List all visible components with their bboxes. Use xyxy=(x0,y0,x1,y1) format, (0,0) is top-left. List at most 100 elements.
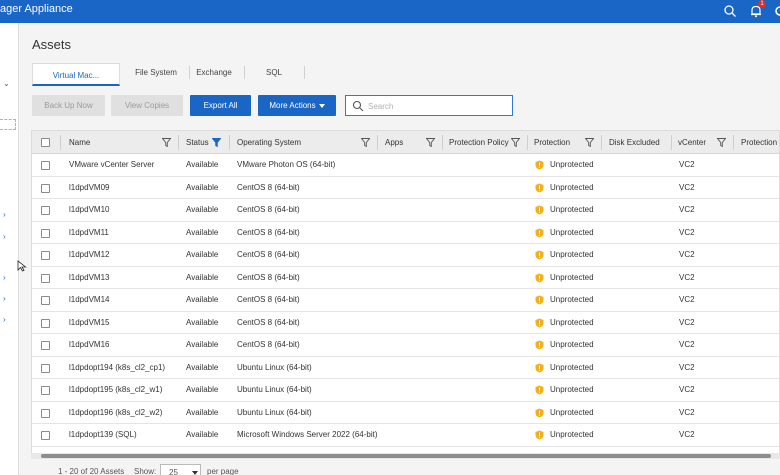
column-header-name[interactable]: Name xyxy=(69,131,90,154)
row-checkbox[interactable] xyxy=(41,296,50,305)
asset-os: CentOS 8 (64-bit) xyxy=(237,182,300,192)
column-header-protection-method[interactable]: Protection M xyxy=(741,131,779,154)
table-row[interactable]: l1dpdVM12 Available CentOS 8 (64-bit) Unpro… xyxy=(32,244,779,267)
column-header-vcenter[interactable]: vCenter xyxy=(678,131,706,154)
asset-name[interactable]: l1dpdVM12 xyxy=(69,244,109,266)
tab-sql[interactable]: SQL xyxy=(245,61,303,84)
asset-name[interactable]: l1dpdopt194 (k8s_cl2_cp1) xyxy=(69,357,165,379)
column-header-status[interactable]: Status xyxy=(186,131,209,154)
asset-name[interactable]: l1dpdopt139 (SQL) xyxy=(69,424,137,446)
asset-status: Available xyxy=(186,317,219,327)
asset-vcenter: VC2 xyxy=(679,430,695,439)
shield-warning-icon xyxy=(535,430,544,440)
row-checkbox[interactable] xyxy=(41,206,50,215)
filter-icon[interactable] xyxy=(426,138,435,147)
chevron-right-icon[interactable]: › xyxy=(3,274,6,282)
nav-selected-item[interactable] xyxy=(0,119,16,130)
row-checkbox[interactable] xyxy=(41,386,50,395)
export-all-button[interactable]: Export All xyxy=(190,95,251,116)
row-checkbox[interactable] xyxy=(41,161,50,170)
horizontal-scrollbar[interactable] xyxy=(31,453,780,459)
tab-virtual-machines[interactable]: Virtual Mac... xyxy=(32,63,120,86)
search-box[interactable] xyxy=(345,95,513,116)
more-actions-button[interactable]: More Actions xyxy=(258,95,336,116)
column-divider xyxy=(527,135,528,150)
table-row[interactable]: l1dpdopt139 (SQL) Available Microsoft Wind… xyxy=(32,424,779,447)
caret-down-icon xyxy=(192,471,198,475)
table-row[interactable]: l1dpdVM13 Available CentOS 8 (64-bit) Unpro… xyxy=(32,267,779,289)
asset-os: CentOS 8 (64-bit) xyxy=(237,317,300,327)
shield-warning-icon xyxy=(535,295,544,305)
row-checkbox[interactable] xyxy=(41,273,50,283)
table-footer: 1 - 20 of 20 Assets Show: 25 per page xyxy=(31,461,780,475)
asset-protection: Unprotected xyxy=(550,295,594,304)
table-row[interactable]: l1dpdVM09 Available CentOS 8 (64-bit) Unpro… xyxy=(32,177,779,199)
column-header-protection-policy[interactable]: Protection Policy xyxy=(449,131,509,154)
chevron-right-icon[interactable]: › xyxy=(3,233,6,241)
asset-name[interactable]: l1dpdVM13 xyxy=(69,267,109,289)
asset-name[interactable]: l1dpdopt196 (k8s_cl2_w2) xyxy=(69,402,162,424)
tab-exchange[interactable]: Exchange xyxy=(190,61,238,84)
column-header-protection[interactable]: Protection xyxy=(534,131,570,154)
asset-name[interactable]: l1dpdVM10 xyxy=(69,199,109,221)
column-header-apps[interactable]: Apps xyxy=(385,131,403,154)
asset-os: Microsoft Windows Server 2022 (64-bit) xyxy=(237,430,378,439)
table-row[interactable]: l1dpdopt196 (k8s_cl2_w2) Available Ubuntu … xyxy=(32,402,779,424)
table-row[interactable]: l1dpdVM10 Available CentOS 8 (64-bit) Unpro… xyxy=(32,199,779,222)
chevron-right-icon[interactable]: › xyxy=(3,211,6,219)
row-checkbox[interactable] xyxy=(41,228,50,238)
asset-protection: Unprotected xyxy=(550,340,594,349)
row-checkbox[interactable] xyxy=(41,318,50,328)
row-checkbox[interactable] xyxy=(41,341,50,350)
filter-active-icon[interactable] xyxy=(212,138,221,147)
table-row[interactable]: l1dpdopt195 (k8s_cl2_w1) Available Ubuntu … xyxy=(32,379,779,402)
tab-file-system[interactable]: File System xyxy=(124,61,188,84)
table-row[interactable]: l1dpdopt194 (k8s_cl2_cp1) Available Ubuntu… xyxy=(32,357,779,379)
asset-protection: Unprotected xyxy=(550,205,594,214)
column-divider xyxy=(377,135,378,150)
filter-icon[interactable] xyxy=(585,138,594,147)
filter-icon[interactable] xyxy=(511,138,520,147)
search-icon[interactable] xyxy=(723,4,737,18)
assets-table: Name Status Operating System Apps Protec… xyxy=(31,130,780,455)
row-checkbox[interactable] xyxy=(41,431,50,440)
row-checkbox[interactable] xyxy=(41,183,50,193)
filter-icon[interactable] xyxy=(361,138,370,147)
chevron-right-icon[interactable]: › xyxy=(3,295,6,303)
view-copies-button[interactable]: View Copies xyxy=(111,95,183,116)
column-header-operating-system[interactable]: Operating System xyxy=(237,131,301,154)
filter-icon[interactable] xyxy=(717,138,726,147)
asset-range-text: 1 - 20 of 20 Assets xyxy=(58,467,125,475)
shield-warning-icon xyxy=(535,273,544,282)
row-checkbox[interactable] xyxy=(41,408,50,418)
column-header-disk-excluded[interactable]: Disk Excluded xyxy=(609,131,660,154)
page-size-select[interactable]: 25 xyxy=(160,464,201,475)
table-row[interactable]: l1dpdVM16 Available CentOS 8 (64-bit) Unpro… xyxy=(32,334,779,357)
search-input[interactable] xyxy=(368,100,508,112)
shield-warning-icon xyxy=(535,363,544,372)
back-up-now-button[interactable]: Back Up Now xyxy=(32,95,105,116)
asset-name[interactable]: l1dpdopt195 (k8s_cl2_w1) xyxy=(69,379,162,401)
asset-name[interactable]: l1dpdVM14 xyxy=(69,289,109,311)
chevron-right-icon[interactable]: › xyxy=(3,316,6,324)
shield-warning-icon xyxy=(535,385,544,395)
asset-name[interactable]: l1dpdVM11 xyxy=(69,222,109,244)
row-checkbox[interactable] xyxy=(41,363,50,373)
table-row[interactable]: l1dpdVM11 Available CentOS 8 (64-bit) Unpro… xyxy=(32,222,779,244)
table-row[interactable]: VMware vCenter Server Available VMware Pho… xyxy=(32,154,779,177)
gear-icon[interactable] xyxy=(773,4,780,18)
asset-os: CentOS 8 (64-bit) xyxy=(237,227,300,237)
filter-icon[interactable] xyxy=(162,138,171,147)
table-row[interactable]: l1dpdVM15 Available CentOS 8 (64-bit) Unpro… xyxy=(32,312,779,334)
asset-name[interactable]: l1dpdVM16 xyxy=(69,334,109,356)
asset-name[interactable]: VMware vCenter Server xyxy=(69,154,154,176)
row-checkbox[interactable] xyxy=(41,251,50,260)
asset-name[interactable]: l1dpdVM15 xyxy=(69,312,109,334)
select-all-checkbox[interactable] xyxy=(41,138,50,147)
asset-name[interactable]: l1dpdVM09 xyxy=(69,177,109,199)
asset-os: CentOS 8 (64-bit) xyxy=(237,205,300,214)
table-row[interactable]: l1dpdVM14 Available CentOS 8 (64-bit) Unpro… xyxy=(32,289,779,312)
scrollbar-thumb[interactable] xyxy=(41,454,771,458)
asset-vcenter: VC2 xyxy=(679,272,695,282)
chevron-down-icon[interactable]: ⌄ xyxy=(3,80,10,88)
